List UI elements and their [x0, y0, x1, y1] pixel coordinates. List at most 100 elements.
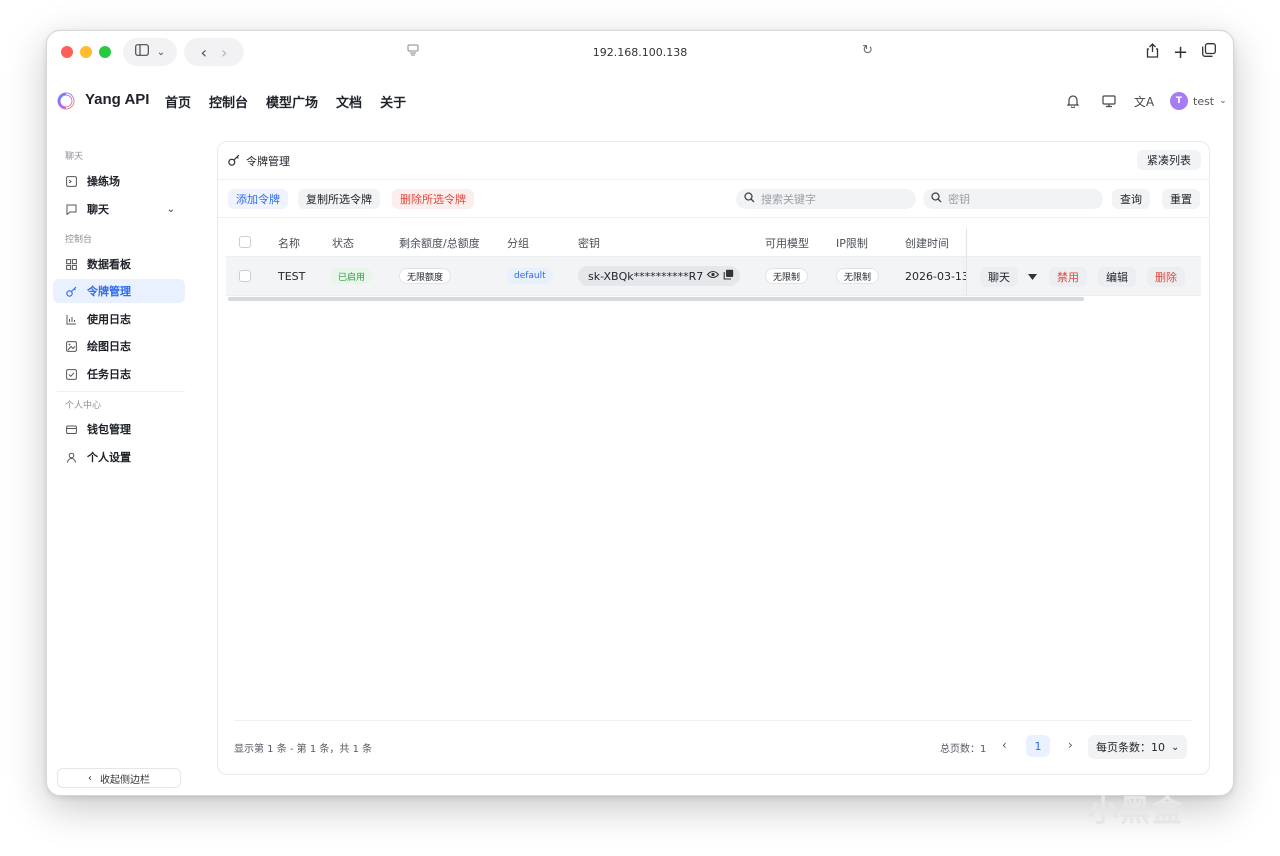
- delete-button[interactable]: 删除: [1147, 267, 1185, 287]
- sidebar-item-chat[interactable]: 聊天 ⌄: [53, 197, 185, 221]
- sidebar: 聊天 操练场 聊天 ⌄ 控制台 数据看板 令牌管理 使用日志 绘图日志 任务日志…: [47, 141, 197, 791]
- sidebar-item-label: 聊天: [87, 203, 109, 216]
- user-name: test: [1193, 94, 1215, 108]
- collapse-sidebar-button[interactable]: ‹ 收起侧边栏: [57, 768, 181, 788]
- usage-log-icon: [65, 314, 77, 325]
- sidebar-item-usage-log[interactable]: 使用日志: [53, 307, 185, 331]
- keyword-search-input[interactable]: 搜索关键字: [736, 189, 916, 209]
- eye-icon[interactable]: [707, 270, 720, 282]
- column-header-group[interactable]: 分组: [507, 235, 529, 251]
- chevron-down-icon: ⌄: [156, 46, 166, 58]
- sidebar-section-personal: 个人中心: [65, 401, 102, 411]
- key-icon: [228, 154, 240, 169]
- watermark-text: 小黑盒: [1088, 794, 1184, 829]
- user-menu[interactable]: T test ⌄: [1167, 88, 1233, 114]
- copy-selected-tokens-button[interactable]: 复制所选令牌: [298, 189, 380, 209]
- sidebar-item-image-log[interactable]: 绘图日志: [53, 334, 185, 358]
- sidebar-item-token-management[interactable]: 令牌管理: [53, 279, 185, 303]
- column-header-key[interactable]: 密钥: [578, 235, 600, 251]
- sidebar-item-personal-settings[interactable]: 个人设置: [53, 445, 185, 469]
- chevron-down-icon[interactable]: ⌄: [167, 204, 175, 215]
- nav-model-square[interactable]: 模型广场: [266, 92, 318, 111]
- search-icon: [744, 192, 755, 206]
- chat-dropdown-caret-icon[interactable]: [1022, 267, 1042, 287]
- nav-home[interactable]: 首页: [165, 92, 191, 111]
- brand-logo-icon[interactable]: [57, 92, 75, 110]
- table-row: TEST 已启用 无限额度 default sk-XBQk**********R…: [226, 256, 1201, 296]
- prev-page-icon[interactable]: ‹: [1002, 738, 1007, 752]
- zoom-window-button[interactable]: [99, 46, 111, 58]
- sidebar-item-playground[interactable]: 操练场: [53, 169, 185, 193]
- sidebar-section-chat: 聊天: [65, 152, 84, 162]
- copy-icon[interactable]: [723, 269, 734, 283]
- current-page-button[interactable]: 1: [1026, 735, 1050, 757]
- reload-icon[interactable]: ↻: [862, 43, 873, 58]
- playground-icon: [65, 175, 77, 187]
- edit-button[interactable]: 编辑: [1098, 267, 1136, 287]
- tab-overview-icon[interactable]: [1202, 43, 1216, 61]
- key-search-input[interactable]: 密钥: [923, 189, 1103, 209]
- translate-icon[interactable]: 文A: [1132, 89, 1156, 113]
- column-header-name[interactable]: 名称: [278, 235, 300, 251]
- query-button[interactable]: 查询: [1112, 189, 1150, 209]
- close-window-button[interactable]: [61, 46, 73, 58]
- token-management-card: 令牌管理 紧凑列表 添加令牌 复制所选令牌 删除所选令牌 搜索关键字 密钥 查询…: [217, 141, 1210, 775]
- chevron-down-icon: ⌄: [1219, 96, 1227, 106]
- chat-icon: [65, 204, 77, 215]
- sidebar-item-label: 操练场: [87, 175, 120, 188]
- page-menu-icon[interactable]: [407, 44, 419, 59]
- column-header-status[interactable]: 状态: [332, 235, 354, 251]
- new-tab-icon[interactable]: +: [1173, 42, 1188, 63]
- column-header-models[interactable]: 可用模型: [765, 235, 809, 251]
- row-checkbox[interactable]: [239, 270, 251, 282]
- select-all-checkbox[interactable]: [239, 236, 251, 248]
- address-bar[interactable]: 192.168.100.138 ↻: [399, 38, 881, 66]
- reset-button[interactable]: 重置: [1162, 189, 1200, 209]
- next-page-icon[interactable]: ›: [1068, 738, 1073, 752]
- sidebar-item-label: 任务日志: [87, 368, 131, 381]
- task-log-icon: [65, 368, 77, 380]
- column-header-created[interactable]: 创建时间: [905, 235, 949, 251]
- sidebar-section-console: 控制台: [65, 235, 93, 245]
- delete-selected-tokens-button[interactable]: 删除所选令牌: [392, 189, 474, 209]
- disable-button[interactable]: 禁用: [1049, 267, 1087, 287]
- nav-docs[interactable]: 文档: [336, 92, 362, 111]
- page-size-text: 每页条数：10: [1096, 741, 1165, 754]
- sidebar-item-label: 使用日志: [87, 313, 131, 326]
- bell-icon[interactable]: [1061, 89, 1085, 113]
- card-header: 令牌管理 紧凑列表: [218, 142, 1209, 180]
- browser-nav-buttons: ‹ ›: [184, 38, 244, 66]
- add-token-button[interactable]: 添加令牌: [228, 189, 288, 209]
- page-title: 令牌管理: [228, 153, 290, 169]
- chat-button[interactable]: 聊天: [980, 267, 1018, 287]
- chevron-down-icon: ⌄: [1171, 741, 1180, 753]
- compact-list-button[interactable]: 紧凑列表: [1137, 150, 1201, 170]
- wallet-icon: [65, 424, 77, 435]
- sidebar-icon: [134, 44, 149, 60]
- token-name: TEST: [278, 270, 306, 283]
- back-icon[interactable]: ‹: [201, 43, 207, 62]
- token-key-text: sk-XBQk**********R7: [588, 269, 704, 283]
- search-icon: [931, 192, 942, 206]
- browser-sidebar-toggle[interactable]: ⌄: [123, 38, 177, 66]
- top-nav: 首页 控制台 模型广场 文档 关于: [165, 92, 406, 111]
- share-icon[interactable]: [1146, 42, 1159, 62]
- sidebar-item-label: 数据看板: [87, 258, 131, 271]
- nav-console[interactable]: 控制台: [209, 92, 248, 111]
- sidebar-item-dashboard[interactable]: 数据看板: [53, 252, 185, 276]
- token-toolbar: 添加令牌 复制所选令牌 删除所选令牌 搜索关键字 密钥 查询 重置: [218, 180, 1209, 218]
- dashboard-icon: [65, 258, 77, 270]
- minimize-window-button[interactable]: [80, 46, 92, 58]
- status-badge: 已启用: [331, 268, 373, 284]
- horizontal-scrollbar[interactable]: [228, 297, 1084, 301]
- sidebar-item-wallet[interactable]: 钱包管理: [53, 417, 185, 441]
- column-header-ip-limit[interactable]: IP限制: [836, 235, 868, 251]
- column-header-quota[interactable]: 剩余额度/总额度: [399, 235, 480, 251]
- monitor-icon[interactable]: [1097, 89, 1121, 113]
- forward-icon[interactable]: ›: [221, 43, 227, 62]
- sidebar-item-task-log[interactable]: 任务日志: [53, 362, 185, 386]
- brand-name[interactable]: Yang API: [85, 91, 149, 108]
- page-size-select[interactable]: 每页条数：10 ⌄: [1088, 735, 1188, 759]
- sidebar-item-label: 令牌管理: [87, 285, 131, 298]
- nav-about[interactable]: 关于: [380, 92, 406, 111]
